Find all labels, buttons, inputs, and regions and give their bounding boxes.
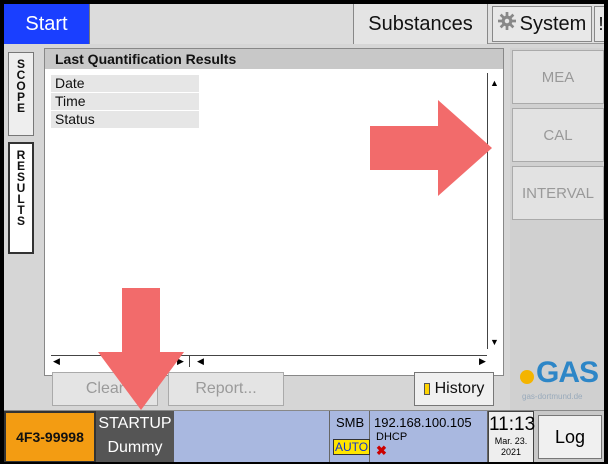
tab-system-label: System (519, 12, 587, 35)
network-status: 192.168.100.105 DHCP ✖ (370, 411, 488, 462)
panel-title: Last Quantification Results (45, 49, 503, 69)
report-button[interactable]: Report... (168, 372, 284, 406)
auto-badge: AUTO (333, 439, 371, 455)
dhcp-label: DHCP (376, 431, 408, 443)
interval-button[interactable]: INTERVAL (512, 166, 604, 220)
logo-url: gas-dortmund.de (522, 392, 583, 401)
tab-start[interactable]: Start (4, 4, 90, 44)
side-tab-results[interactable]: R E S U L T S (8, 142, 34, 254)
scrollbar-divider (189, 355, 190, 367)
status-bar: 4F3-99998 STARTUP Dummy SMB AUTO 192.168… (4, 410, 604, 462)
history-button[interactable]: History (414, 372, 494, 406)
warning-tab[interactable]: ! (594, 6, 604, 42)
cal-button[interactable]: CAL (512, 108, 604, 162)
status-message-area (174, 411, 330, 462)
top-bar: Start Substances System ! (4, 4, 604, 44)
arrow-down-icon (98, 288, 184, 410)
results-row-date: Date (51, 75, 199, 92)
clock-date-line2: 2021 (500, 447, 522, 457)
state-line2: Dummy (107, 439, 163, 456)
smb-label: SMB (336, 415, 365, 430)
clock-date-line1: Mar. 23. (494, 436, 528, 446)
smb-status: SMB AUTO (330, 411, 371, 462)
app-screen: Start Substances System ! S C O P E R E … (4, 4, 604, 462)
tab-system[interactable]: System (492, 6, 592, 42)
arrow-right-icon (370, 100, 492, 196)
results-row-status: Status (51, 111, 199, 128)
device-state: STARTUP Dummy (96, 411, 174, 462)
error-x-icon: ✖ (376, 443, 387, 458)
tab-substances[interactable]: Substances (354, 4, 488, 44)
gear-icon (497, 12, 516, 36)
log-button[interactable]: Log (538, 415, 602, 459)
scroll-left-icon[interactable]: ◀ (197, 356, 204, 367)
logo-dot-icon (520, 370, 534, 384)
clock: 11:13 Mar. 23. 2021 (488, 411, 536, 462)
device-id-badge[interactable]: 4F3-99998 (4, 411, 96, 462)
flag-icon (423, 383, 430, 395)
state-line1: STARTUP (98, 415, 172, 432)
gas-logo: GAS gas-dortmund.de (514, 356, 604, 402)
results-row-time: Time (51, 93, 199, 110)
tab-blank (90, 4, 354, 44)
scroll-down-icon[interactable]: ▼ (490, 338, 499, 347)
scroll-up-icon[interactable]: ▲ (490, 79, 499, 88)
side-tab-letter: S (16, 214, 25, 228)
ip-address: 192.168.100.105 (374, 415, 472, 430)
clock-time: 11:13 (489, 414, 536, 435)
mea-button[interactable]: MEA (512, 50, 604, 104)
side-tab-scope[interactable]: S C O P E (8, 52, 34, 136)
history-label: History (434, 380, 485, 397)
side-tab-letter: E (16, 101, 25, 115)
scroll-right-icon[interactable]: ▶ (479, 356, 486, 367)
logo-text: GAS (536, 356, 599, 389)
scroll-left-icon[interactable]: ◀ (53, 356, 60, 367)
